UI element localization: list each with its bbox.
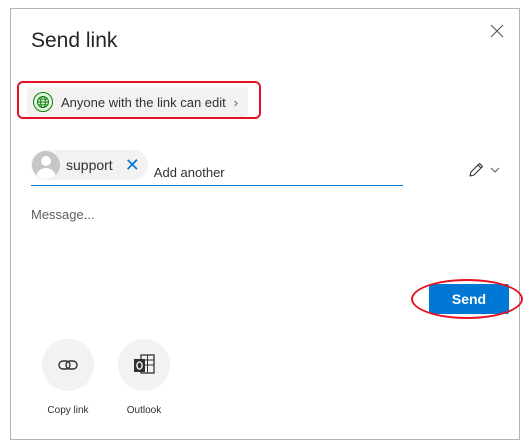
recipient-chip: support ✕	[31, 150, 148, 180]
outlook-option[interactable]: Outlook	[109, 339, 179, 416]
copy-link-label: Copy link	[47, 405, 89, 416]
outlook-icon	[134, 354, 155, 374]
send-button[interactable]: Send	[429, 284, 509, 314]
link-permission-label: Anyone with the link can edit	[61, 94, 226, 110]
message-input[interactable]	[31, 207, 511, 267]
close-icon	[490, 24, 504, 38]
recipient-name: support	[66, 157, 113, 173]
remove-recipient-icon[interactable]: ✕	[125, 156, 140, 174]
close-button[interactable]	[487, 21, 507, 41]
dialog-title: Send link	[31, 29, 118, 52]
copy-link-option[interactable]: Copy link	[33, 339, 103, 416]
pencil-icon	[469, 162, 484, 177]
add-recipient-input[interactable]	[151, 163, 336, 181]
send-link-dialog: Send link Anyone with the link can edit …	[10, 8, 523, 440]
avatar	[32, 151, 60, 179]
link-permission-button[interactable]: Anyone with the link can edit ›	[27, 87, 249, 117]
chevron-down-icon	[490, 167, 500, 173]
chevron-right-icon: ›	[233, 94, 239, 110]
outlook-label: Outlook	[126, 405, 162, 416]
recipients-field[interactable]: support ✕	[31, 145, 403, 186]
globe-icon	[33, 92, 53, 112]
link-icon	[58, 360, 78, 370]
edit-permission-dropdown[interactable]	[467, 161, 501, 179]
